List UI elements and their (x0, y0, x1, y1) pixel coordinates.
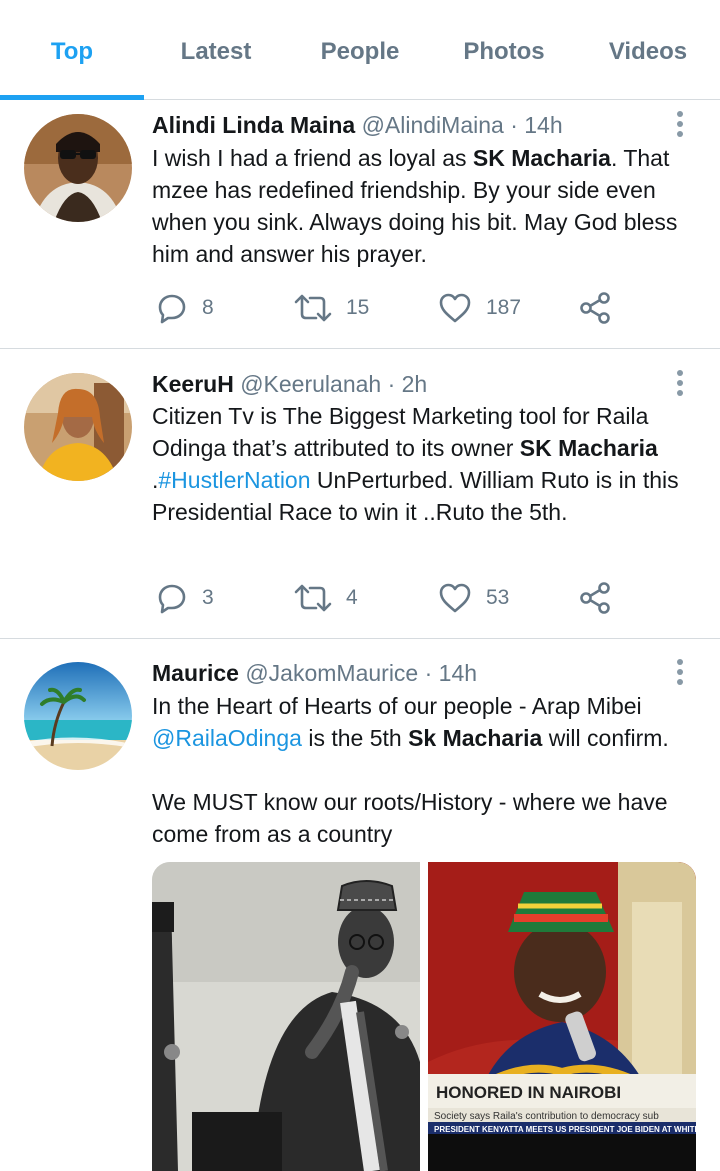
tab-people[interactable]: People (288, 38, 432, 68)
tweet-header: KeeruH @Keerulanah · 2h (152, 369, 427, 399)
retweet-button[interactable]: 4 (294, 578, 358, 618)
search-tabs: Top Latest People Photos Videos (0, 0, 720, 100)
more-options-icon[interactable] (676, 111, 684, 141)
tweet-actions: 3 4 53 (152, 578, 632, 618)
tweet-header: Maurice @JakomMaurice · 14h (152, 658, 477, 688)
more-options-icon[interactable] (676, 659, 684, 689)
tab-latest[interactable]: Latest (144, 38, 288, 68)
username[interactable]: @AlindiMaina (362, 112, 504, 138)
photo-ticker-text: PRESIDENT KENYATTA MEETS US PRESIDENT JO… (434, 1125, 696, 1134)
display-name[interactable]: KeeruH (152, 371, 234, 397)
photo-banner-text: HONORED IN NAIROBI (436, 1083, 621, 1102)
tweet-text: Citizen Tv is The Biggest Marketing tool… (152, 403, 679, 525)
avatar[interactable] (24, 373, 132, 481)
username[interactable]: @JakomMaurice (245, 660, 418, 686)
tweet-text: I wish I had a friend as loyal as SK Mac… (152, 145, 678, 267)
retweet-icon (294, 584, 332, 612)
tweet-actions: 8 15 187 (152, 288, 632, 328)
like-button[interactable]: 187 (438, 288, 521, 328)
retweet-icon (294, 294, 332, 322)
reply-button[interactable]: 8 (156, 288, 214, 328)
tweet-text: In the Heart of Hearts of our people - A… (152, 693, 669, 751)
retweet-count: 4 (346, 586, 358, 609)
reply-button[interactable]: 3 (156, 578, 214, 618)
tab-photos[interactable]: Photos (432, 38, 576, 68)
tweet-header: Alindi Linda Maina @AlindiMaina · 14h (152, 110, 563, 140)
share-button[interactable] (578, 288, 612, 328)
like-count: 53 (486, 586, 510, 609)
share-icon (580, 292, 610, 324)
more-options-icon[interactable] (676, 370, 684, 400)
timestamp[interactable]: · 2h (388, 371, 428, 397)
tweet-media: HONORED IN NAIROBI Society says Raila's … (152, 862, 696, 1171)
like-button[interactable]: 53 (438, 578, 509, 618)
retweet-button[interactable]: 15 (294, 288, 369, 328)
mention-link[interactable]: @RailaOdinga (152, 725, 302, 751)
photo-ticker-text: Society says Raila's contribution to dem… (434, 1111, 659, 1122)
share-icon (580, 582, 610, 614)
timestamp[interactable]: · 14h (510, 112, 562, 138)
tweet[interactable]: Alindi Linda Maina @AlindiMaina · 14h I … (0, 100, 720, 349)
timestamp[interactable]: · 14h (425, 660, 477, 686)
tweet-photo-1[interactable] (152, 862, 420, 1171)
display-name[interactable]: Alindi Linda Maina (152, 112, 355, 138)
share-button[interactable] (578, 578, 612, 618)
tweet[interactable]: KeeruH @Keerulanah · 2h Citizen Tv is Th… (0, 349, 720, 639)
hashtag-link[interactable]: #HustlerNation (158, 467, 310, 493)
like-count: 187 (486, 296, 522, 319)
avatar[interactable] (24, 662, 132, 770)
avatar[interactable] (24, 114, 132, 222)
reply-count: 3 (202, 586, 214, 609)
heart-icon (439, 583, 471, 613)
reply-count: 8 (202, 296, 214, 319)
display-name[interactable]: Maurice (152, 660, 239, 686)
tab-top[interactable]: Top (0, 38, 144, 68)
tab-videos[interactable]: Videos (576, 38, 720, 68)
tweet-text: We MUST know our roots/History - where w… (152, 789, 668, 847)
heart-icon (439, 293, 471, 323)
reply-icon (158, 584, 186, 614)
reply-icon (158, 294, 186, 324)
username[interactable]: @Keerulanah (240, 371, 381, 397)
retweet-count: 15 (346, 296, 370, 319)
tweet-photo-2[interactable]: HONORED IN NAIROBI Society says Raila's … (428, 862, 696, 1171)
